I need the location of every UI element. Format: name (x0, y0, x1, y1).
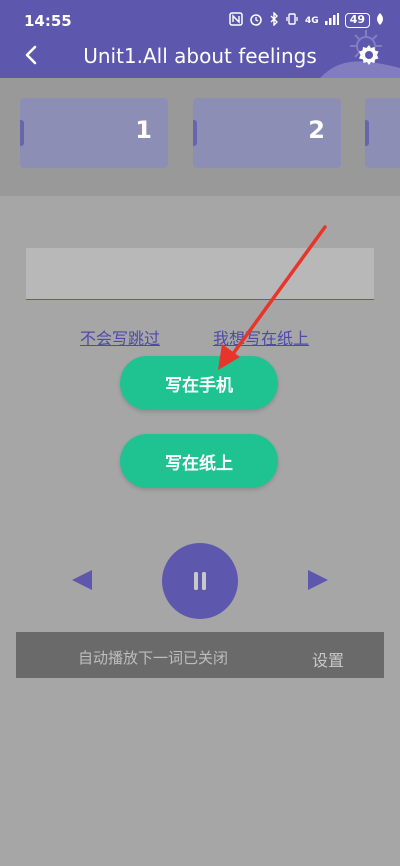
alarm-icon (249, 12, 263, 29)
page-title: Unit1.All about feelings (83, 44, 317, 68)
tab-label: 1 (135, 116, 152, 144)
tab-word-1[interactable]: 1 (20, 98, 168, 168)
tab-word-2[interactable]: 2 (193, 98, 341, 168)
write-on-paper-link[interactable]: 我想写在纸上 (213, 325, 309, 349)
word-tabs: 1 2 (0, 78, 400, 196)
settings-button[interactable] (354, 40, 384, 70)
notice-settings-link[interactable]: 设置 (312, 647, 344, 671)
pause-button[interactable] (162, 543, 238, 619)
tab-marker (193, 120, 197, 146)
bluetooth-icon (269, 11, 279, 29)
top-bar: 14:55 4G 49 Unit1.All about feelings (0, 0, 400, 78)
tab-marker (365, 120, 369, 146)
write-on-phone-button[interactable]: 写在手机 (120, 356, 278, 410)
tab-marker (20, 120, 24, 146)
notice-text: 自动播放下一词已关闭 (78, 649, 229, 667)
pause-icon (194, 572, 206, 590)
autoplay-notice: 自动播放下一词已关闭 设置 (16, 632, 384, 678)
gear-icon (359, 45, 379, 65)
answer-input[interactable] (26, 248, 374, 300)
next-icon[interactable] (306, 568, 330, 592)
skip-link[interactable]: 不会写跳过 (80, 325, 160, 349)
signal-label: 4G (305, 15, 319, 26)
nav-row: Unit1.All about feelings (0, 34, 400, 78)
vibrate-icon (285, 12, 299, 29)
tab-word-3[interactable] (365, 98, 400, 168)
previous-icon[interactable] (70, 568, 94, 592)
status-time: 14:55 (24, 12, 72, 30)
tab-label: 2 (308, 116, 325, 144)
write-on-paper-button[interactable]: 写在纸上 (120, 434, 278, 488)
nfc-icon (229, 12, 243, 29)
